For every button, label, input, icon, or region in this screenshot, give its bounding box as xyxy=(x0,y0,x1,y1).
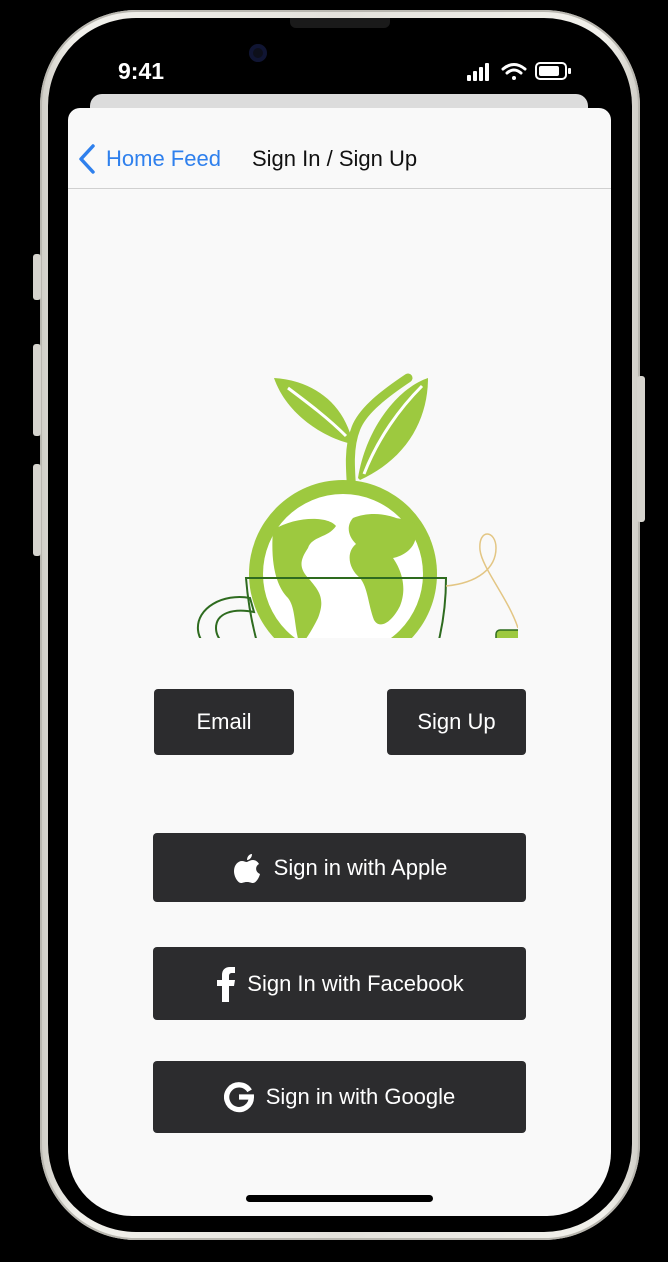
email-button[interactable]: Email xyxy=(154,689,294,755)
signal-icon xyxy=(467,63,489,81)
back-button-label: Home Feed xyxy=(106,146,221,171)
tea-bag-string xyxy=(445,533,518,629)
left-leaf xyxy=(274,378,350,443)
sign-in-with-facebook-button[interactable]: Sign In with Facebook xyxy=(153,947,526,1020)
navigation-bar: Home Feed Sign In / Sign Up xyxy=(68,108,611,189)
chevron-left-icon xyxy=(79,144,95,174)
wifi-icon xyxy=(501,63,527,80)
back-button[interactable]: Home Feed xyxy=(78,142,221,176)
apple-logo-icon xyxy=(232,851,262,885)
front-camera xyxy=(249,44,267,62)
google-button-label: Sign in with Google xyxy=(265,1084,456,1109)
speaker-grille xyxy=(290,18,390,28)
tea-bag xyxy=(495,629,518,638)
sign-in-with-apple-button[interactable]: Sign in with Apple xyxy=(153,833,526,902)
volume-up-button xyxy=(33,344,41,436)
power-button xyxy=(637,376,645,522)
volume-down-button xyxy=(33,464,41,556)
tea-globe-logo xyxy=(196,373,518,638)
sign-up-button[interactable]: Sign Up xyxy=(387,689,526,755)
page-title: Sign In / Sign Up xyxy=(252,146,418,171)
battery-icon xyxy=(535,62,571,80)
app-screen: Home Feed Sign In / Sign Up Email Sign U… xyxy=(68,108,611,1216)
sign-in-with-google-button[interactable]: Sign in with Google xyxy=(153,1061,526,1133)
facebook-button-label: Sign In with Facebook xyxy=(247,970,464,996)
status-icons xyxy=(467,62,571,81)
google-logo-icon xyxy=(223,1080,254,1114)
mute-switch xyxy=(33,254,41,300)
facebook-logo-icon xyxy=(215,966,237,1002)
home-indicator[interactable] xyxy=(246,1195,433,1202)
apple-button-label: Sign in with Apple xyxy=(273,854,448,880)
status-time: 9:41 xyxy=(118,58,165,84)
